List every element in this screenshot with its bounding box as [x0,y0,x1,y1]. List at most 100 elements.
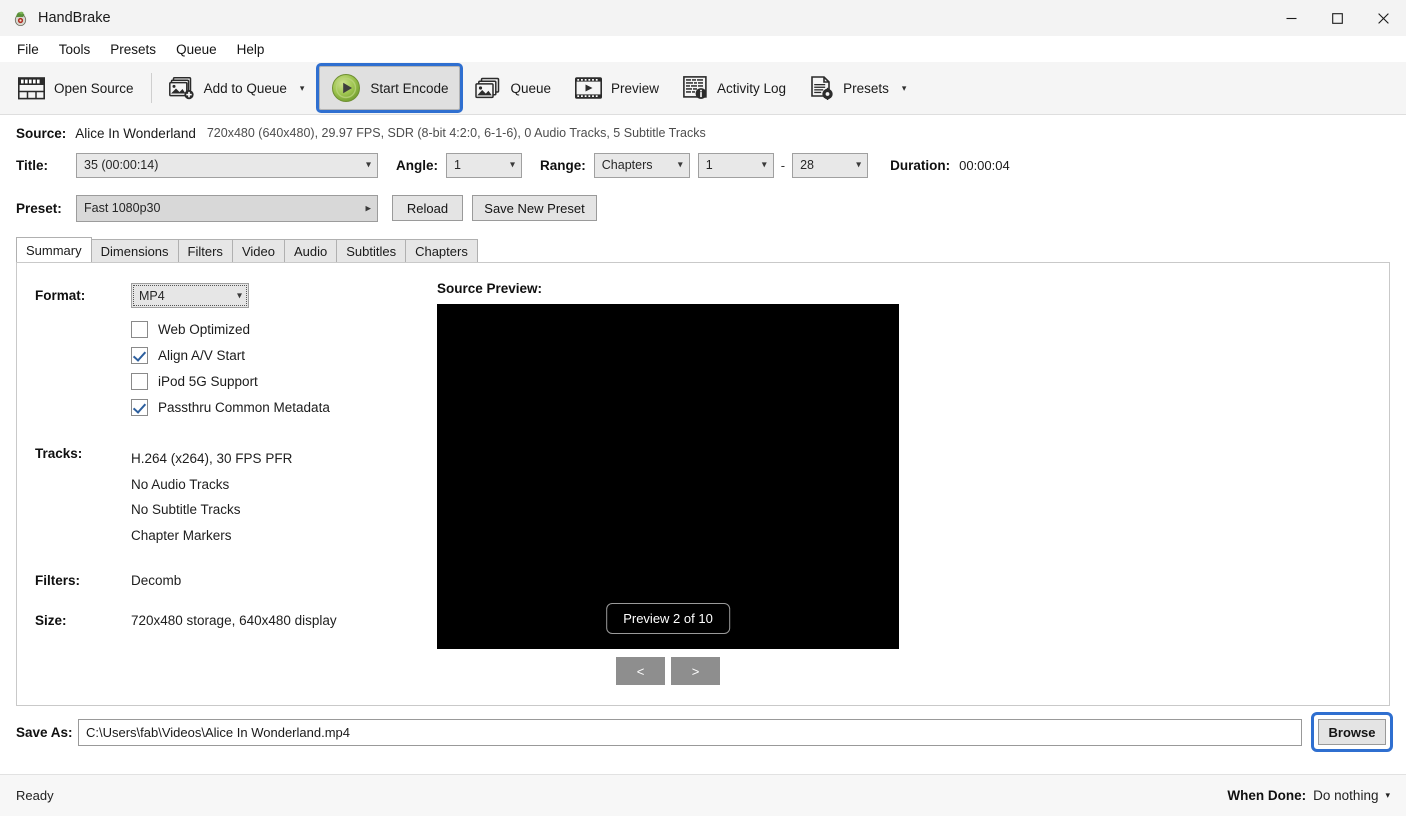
queue-button[interactable]: Queue [463,66,563,110]
range-separator: - [781,158,785,173]
format-row: Format: MP4 ▾ [35,283,437,308]
when-done-group[interactable]: When Done: Do nothing ▾ [1227,788,1390,803]
chevron-right-icon: ▸ [365,202,371,215]
presets-button[interactable]: Presets ▾ [798,66,918,110]
filters-label: Filters: [35,573,131,588]
activity-log-button[interactable]: Activity Log [671,66,798,110]
window-titlebar: HandBrake [0,0,1406,36]
when-done-value: Do nothing [1313,788,1378,803]
format-options-list: Web Optimized Align A/V Start iPod 5G Su… [131,316,437,420]
tab-filters[interactable]: Filters [178,239,233,262]
window-controls [1268,0,1406,36]
format-label: Format: [35,288,131,303]
passthru-metadata-option[interactable]: Passthru Common Metadata [131,394,437,420]
tab-summary[interactable]: Summary [16,237,92,262]
range-label: Range: [540,158,586,173]
open-source-button[interactable]: Open Source [6,66,146,110]
preset-label: Preset: [16,201,76,216]
menu-help[interactable]: Help [228,39,274,60]
range-end-value: 28 [800,158,814,172]
activity-log-label: Activity Log [717,81,786,96]
source-name: Alice In Wonderland [75,126,196,141]
chevron-down-icon[interactable]: ▾ [902,83,907,94]
preview-column: Source Preview: Preview 2 of 10 < > [437,263,899,705]
source-info-area: Source: Alice In Wonderland 720x480 (640… [0,115,1406,228]
range-start-value: 1 [706,158,713,172]
minimize-button[interactable] [1268,0,1314,36]
chevron-down-icon: ▾ [237,290,242,301]
menu-tools[interactable]: Tools [50,39,100,60]
tab-audio[interactable]: Audio [284,239,337,262]
size-label: Size: [35,613,131,628]
toolbar-separator-1 [151,73,152,103]
range-end-select[interactable]: 28 ▾ [792,153,868,178]
summary-panel: Format: MP4 ▾ Web Optimized Align A/V St… [16,262,1390,706]
maximize-button[interactable] [1314,0,1360,36]
range-type-value: Chapters [602,158,653,172]
source-label: Source: [16,126,66,141]
tracks-audio-value: No Audio Tracks [131,472,437,498]
size-value: 720x480 storage, 640x480 display [131,613,337,628]
log-info-icon [683,76,708,100]
presets-label: Presets [843,81,889,96]
reload-preset-button[interactable]: Reload [392,195,463,221]
tracks-video-value: H.264 (x264), 30 FPS PFR [131,446,292,472]
save-as-input[interactable]: C:\Users\fab\Videos\Alice In Wonderland.… [78,719,1302,746]
menu-presets[interactable]: Presets [101,39,165,60]
align-av-start-checkbox[interactable] [131,347,148,364]
queue-label: Queue [510,81,551,96]
preview-next-button[interactable]: > [671,657,720,685]
ipod-5g-support-option[interactable]: iPod 5G Support [131,368,437,394]
browse-button[interactable]: Browse [1318,719,1386,745]
menu-file[interactable]: File [8,39,48,60]
tab-video[interactable]: Video [232,239,285,262]
save-new-preset-button[interactable]: Save New Preset [472,195,597,221]
menubar: File Tools Presets Queue Help [0,36,1406,62]
tab-subtitles[interactable]: Subtitles [336,239,406,262]
preset-select-value: Fast 1080p30 [84,201,160,215]
film-play-icon [575,77,602,99]
web-optimized-option[interactable]: Web Optimized [131,316,437,342]
chevron-down-icon[interactable]: ▾ [1385,790,1390,801]
tracks-label: Tracks: [35,446,131,472]
range-start-select[interactable]: 1 ▾ [698,153,774,178]
start-encode-button[interactable]: Start Encode [319,66,460,110]
menu-queue[interactable]: Queue [167,39,226,60]
summary-left-column: Format: MP4 ▾ Web Optimized Align A/V St… [17,263,437,705]
tab-dimensions[interactable]: Dimensions [91,239,179,262]
tracks-chapters-value: Chapter Markers [131,523,437,549]
chevron-down-icon: ▾ [856,160,861,171]
chevron-down-icon: ▾ [678,160,683,171]
preview-button[interactable]: Preview [563,66,671,110]
chevron-down-icon: ▾ [762,160,767,171]
passthru-metadata-checkbox[interactable] [131,399,148,416]
handbrake-icon [12,10,29,27]
preset-select[interactable]: Fast 1080p30 ▸ [76,195,378,222]
save-as-row: Save As: C:\Users\fab\Videos\Alice In Wo… [0,706,1406,758]
close-button[interactable] [1360,0,1406,36]
chevron-down-icon[interactable]: ▾ [300,83,305,94]
format-select-value: MP4 [139,289,165,303]
angle-select-value: 1 [454,158,461,172]
chevron-down-icon: ▾ [510,160,515,171]
align-av-start-option[interactable]: Align A/V Start [131,342,437,368]
preview-label: Preview [611,81,659,96]
range-type-select[interactable]: Chapters ▾ [594,153,690,178]
source-row: Source: Alice In Wonderland 720x480 (640… [16,115,1390,145]
size-row: Size: 720x480 storage, 640x480 display [35,613,437,628]
format-select[interactable]: MP4 ▾ [131,283,249,308]
play-circle-icon [331,73,361,103]
web-optimized-label: Web Optimized [158,322,250,337]
title-select-value: 35 (00:00:14) [84,158,158,172]
title-select[interactable]: 35 (00:00:14) ▾ [76,153,378,178]
preview-image[interactable]: Preview 2 of 10 [437,304,899,649]
preset-row: Preset: Fast 1080p30 ▸ Reload Save New P… [16,188,1390,228]
preview-nav: < > [437,657,899,685]
web-optimized-checkbox[interactable] [131,321,148,338]
tab-chapters[interactable]: Chapters [405,239,478,262]
ipod-5g-support-checkbox[interactable] [131,373,148,390]
preview-prev-button[interactable]: < [616,657,665,685]
add-to-queue-button[interactable]: Add to Queue ▾ [157,66,317,110]
angle-select[interactable]: 1 ▾ [446,153,522,178]
angle-label: Angle: [396,158,438,173]
